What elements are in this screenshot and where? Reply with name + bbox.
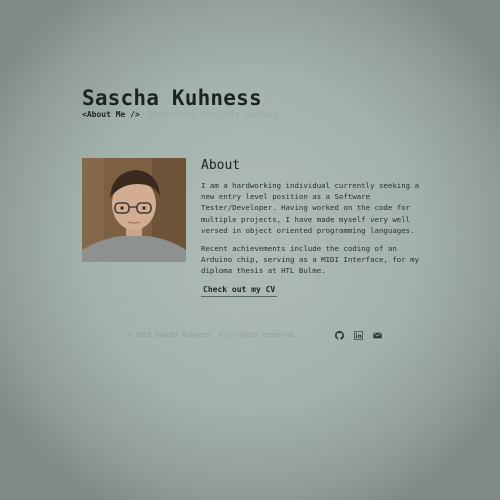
main-nav: <About Me /> Experience Projects Contact bbox=[82, 110, 279, 119]
portfolio-page: Sascha Kuhness <About Me /> Experience P… bbox=[0, 0, 500, 500]
profile-photo bbox=[82, 158, 186, 262]
footer-copyright: © 2023 Sascha Kuhness. All rights reserv… bbox=[127, 331, 298, 339]
nav-about-me[interactable]: <About Me /> bbox=[82, 110, 140, 119]
about-heading: About bbox=[201, 158, 241, 173]
nav-other-links[interactable]: Experience Projects Contact bbox=[149, 110, 279, 119]
linkedin-icon[interactable] bbox=[354, 331, 363, 340]
mail-icon[interactable] bbox=[373, 331, 382, 340]
check-cv-button[interactable]: Check out my CV bbox=[201, 285, 278, 297]
github-icon[interactable] bbox=[335, 331, 344, 340]
github-icon-svg bbox=[335, 331, 344, 340]
mail-icon-svg bbox=[373, 332, 382, 339]
profile-photo-icon bbox=[82, 158, 186, 262]
about-paragraph-1: I am a hardworking individual currently … bbox=[201, 181, 420, 235]
about-paragraph-2: Recent achievements include the coding o… bbox=[201, 244, 420, 276]
site-name: Sascha Kuhness bbox=[82, 86, 262, 110]
linkedin-icon-svg bbox=[354, 331, 363, 340]
